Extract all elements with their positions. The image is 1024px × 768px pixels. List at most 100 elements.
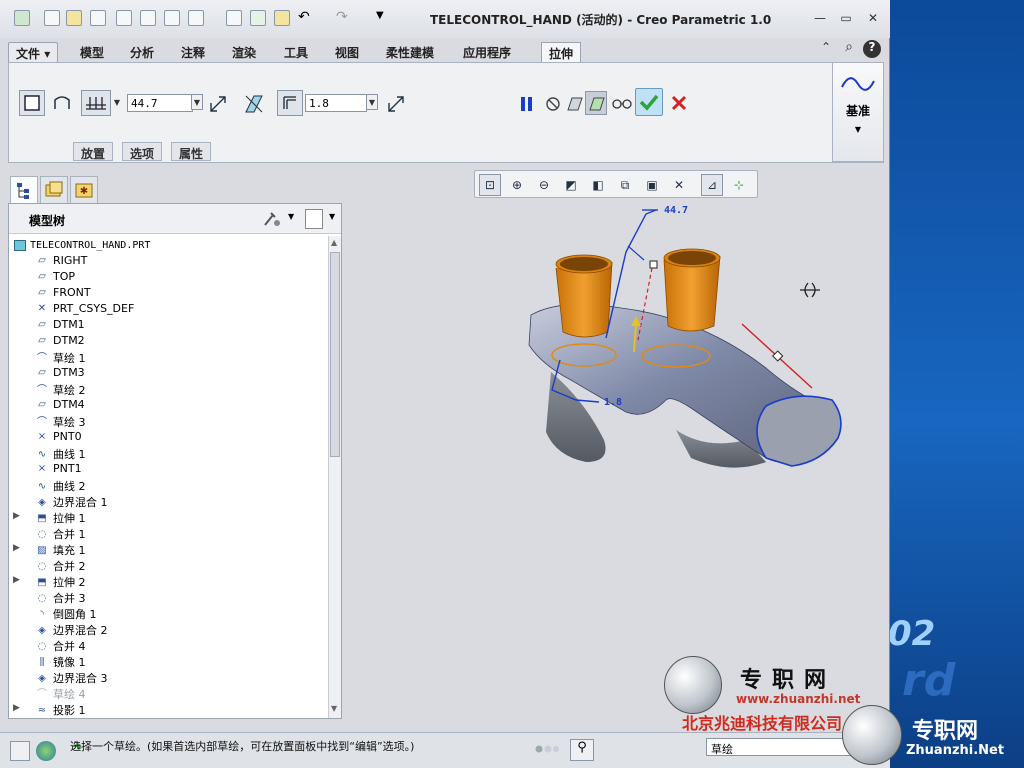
tab-model[interactable]: 模型: [73, 42, 111, 63]
thicken-sketch-icon[interactable]: [277, 90, 303, 116]
redo-icon[interactable]: ↷: [336, 10, 352, 26]
tree-item[interactable]: ◌ 合并 1: [35, 526, 86, 542]
expand-arrow-icon[interactable]: ▶: [13, 543, 20, 553]
zoom-in-icon[interactable]: ⊕: [506, 174, 528, 196]
saved-views-icon[interactable]: ⧉: [614, 174, 636, 196]
browser-toggle-icon[interactable]: [36, 741, 56, 761]
thickness-value-input[interactable]: 1.8: [305, 94, 367, 112]
maximize-button[interactable]: ▭: [837, 11, 855, 26]
folder-icon[interactable]: [274, 10, 290, 26]
folder-browser-tab-icon[interactable]: [40, 176, 68, 204]
tree-item[interactable]: ▱ DTM2: [35, 334, 85, 350]
save-icon[interactable]: [90, 10, 106, 26]
tree-item[interactable]: × PNT1: [35, 462, 82, 478]
tree-item[interactable]: ◌ 合并 2: [35, 558, 86, 574]
solid-extrude-icon[interactable]: [19, 90, 45, 116]
tree-item[interactable]: ◈ 边界混合 3: [35, 670, 107, 686]
new-file-icon[interactable]: [44, 10, 60, 26]
cancel-button[interactable]: [665, 89, 691, 115]
model-tree-tab-icon[interactable]: [10, 176, 38, 204]
datum-button[interactable]: 基准 ▼: [832, 62, 884, 162]
tree-item[interactable]: ∿ 曲线 1: [35, 446, 86, 462]
tree-columns-icon[interactable]: [305, 209, 323, 229]
tree-scrollbar[interactable]: ▲ ▼: [328, 236, 341, 718]
tree-item[interactable]: ▶ ≈ 投影 1: [13, 702, 86, 718]
sketch-tool-icon[interactable]: [226, 10, 242, 26]
tree-item[interactable]: ⫼ 镜像 1: [35, 654, 86, 670]
expand-arrow-icon[interactable]: ▶: [13, 703, 20, 713]
surface-extrude-icon[interactable]: [49, 90, 75, 116]
scroll-down-icon[interactable]: ▼: [331, 704, 337, 713]
zoom-out-icon[interactable]: ⊖: [533, 174, 555, 196]
tab-analysis[interactable]: 分析: [123, 42, 161, 63]
undo-icon[interactable]: ↶: [298, 10, 314, 26]
depth-value-input[interactable]: 44.7: [127, 94, 193, 112]
no-preview-icon[interactable]: [541, 91, 563, 115]
tree-item[interactable]: ∿ 曲线 2: [35, 478, 86, 494]
spin-center-icon[interactable]: ⊹: [728, 174, 750, 196]
refit-icon[interactable]: ⊡: [479, 174, 501, 196]
tree-item[interactable]: ⌒ 草绘 2: [35, 382, 86, 398]
tab-render[interactable]: 渲染: [225, 42, 263, 63]
display-style-icon[interactable]: ◧: [587, 174, 609, 196]
attached-preview-icon[interactable]: [563, 91, 585, 115]
flip-thickness-icon[interactable]: [385, 92, 405, 114]
tree-item[interactable]: ▱ TOP: [35, 270, 75, 286]
detached-preview-icon[interactable]: [585, 91, 607, 115]
tree-settings-icon[interactable]: [261, 209, 283, 229]
expand-arrow-icon[interactable]: ▶: [13, 575, 20, 585]
tree-item[interactable]: ✕ PRT_CSYS_DEF: [35, 302, 135, 318]
depth-drag-handle[interactable]: [649, 260, 658, 269]
flip-direction-icon[interactable]: [207, 92, 227, 114]
tab-applications[interactable]: 应用程序: [456, 42, 518, 63]
selection-filter[interactable]: 草绘: [706, 738, 856, 756]
tree-settings-dropdown-icon[interactable]: ▼: [288, 212, 294, 221]
close-window-icon[interactable]: [164, 10, 180, 26]
help-icon[interactable]: ?: [863, 40, 881, 58]
windows-icon[interactable]: [188, 10, 204, 26]
tree-item[interactable]: ⌒ 草绘 4: [35, 686, 86, 702]
regenerate-icon[interactable]: [116, 10, 132, 26]
tree-columns-dropdown-icon[interactable]: ▼: [329, 212, 335, 221]
tab-file[interactable]: 文件 ▾: [8, 42, 59, 63]
graphics-window[interactable]: 44.7 1.8: [346, 200, 890, 726]
toggle-navigator-icon[interactable]: [10, 741, 30, 761]
blind-depth-icon[interactable]: [81, 90, 111, 116]
tree-item[interactable]: × PNT0: [35, 430, 82, 446]
customize-dropdown-icon[interactable]: ▼: [376, 10, 392, 26]
minimize-button[interactable]: —: [811, 11, 829, 26]
tree-item[interactable]: ▱ DTM4: [35, 398, 85, 414]
tree-item[interactable]: ◌ 合并 4: [35, 638, 86, 654]
tree-item[interactable]: ◈ 边界混合 2: [35, 622, 107, 638]
tree-item[interactable]: ⌒ 草绘 3: [35, 414, 86, 430]
tree-item[interactable]: ▶ ⬒ 拉伸 2: [13, 574, 86, 590]
tree-item[interactable]: ⌒ 草绘 1: [35, 350, 86, 366]
tab-options[interactable]: 选项: [122, 142, 163, 161]
thickness-value-dropdown[interactable]: ▼: [366, 94, 378, 110]
expand-arrow-icon[interactable]: ▶: [13, 511, 20, 521]
open-file-icon[interactable]: [66, 10, 82, 26]
tab-placement[interactable]: 放置: [73, 142, 114, 161]
remove-material-icon[interactable]: [241, 91, 265, 115]
apply-confirm-button[interactable]: [635, 88, 663, 116]
tab-view[interactable]: 视图: [328, 42, 366, 63]
tree-item[interactable]: ◌ 合并 3: [35, 590, 86, 606]
tree-item[interactable]: ◝ 倒圆角 1: [35, 606, 96, 622]
window-icon[interactable]: [140, 10, 156, 26]
favorites-tab-icon[interactable]: ✱: [70, 176, 98, 204]
collapse-ribbon-icon[interactable]: ⌃: [817, 40, 835, 55]
close-button[interactable]: ✕: [864, 11, 882, 26]
tree-root[interactable]: TELECONTROL_HAND.PRT: [14, 238, 150, 254]
tree-item[interactable]: ▱ DTM1: [35, 318, 85, 334]
tree-item[interactable]: ◈ 边界混合 1: [35, 494, 107, 510]
tree-item[interactable]: ▶ ⬒ 拉伸 1: [13, 510, 86, 526]
depth-value-dropdown[interactable]: ▼: [191, 94, 203, 110]
verify-mode-icon[interactable]: [609, 91, 633, 115]
depth-options-dropdown[interactable]: ▼: [111, 95, 123, 111]
scrollbar-thumb[interactable]: [330, 252, 340, 457]
tab-tools[interactable]: 工具: [277, 42, 315, 63]
tab-properties[interactable]: 属性: [171, 142, 212, 161]
find-icon[interactable]: ⚲: [570, 739, 594, 761]
tab-annotate[interactable]: 注释: [174, 42, 212, 63]
tree-item[interactable]: ▱ RIGHT: [35, 254, 87, 270]
